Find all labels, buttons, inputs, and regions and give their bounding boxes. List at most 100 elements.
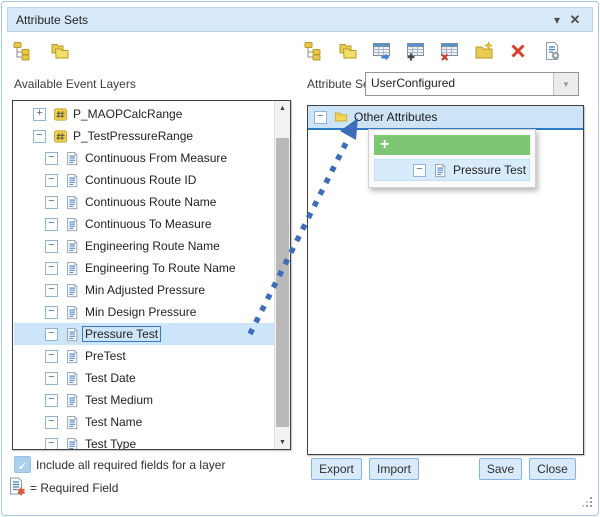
layer-tree-icon[interactable] <box>12 41 33 62</box>
titlebar: Attribute Sets <box>7 7 593 32</box>
tree-item[interactable]: −Test Medium <box>14 389 275 411</box>
import-button[interactable]: Import <box>369 458 419 480</box>
collapse-toggle[interactable]: − <box>45 416 58 429</box>
collapse-toggle[interactable]: − <box>45 284 58 297</box>
save-button[interactable]: Save <box>479 458 522 480</box>
collapse-toggle: − <box>413 164 426 177</box>
close-icon[interactable] <box>566 11 584 29</box>
report-settings-icon[interactable] <box>541 41 562 62</box>
toolbar-left <box>12 38 70 64</box>
collapse-toggle[interactable]: − <box>45 394 58 407</box>
field-icon <box>64 304 80 320</box>
toolbar-right <box>303 38 562 64</box>
tree-item[interactable]: − Test Type <box>14 433 275 449</box>
caret-down-icon[interactable] <box>548 11 566 29</box>
field-icon <box>432 162 448 178</box>
scroll-up-icon[interactable] <box>275 101 290 115</box>
collapse-toggle[interactable]: − <box>45 240 58 253</box>
field-icon <box>64 282 80 298</box>
field-icon <box>64 238 80 254</box>
chevron-down-icon[interactable] <box>553 73 578 95</box>
field-icon <box>64 348 80 364</box>
field-icon <box>64 194 80 210</box>
tree-item[interactable]: − Continuous To Measure <box>14 213 275 235</box>
drag-preview: + − Pressure Test <box>368 129 536 188</box>
tree-item[interactable]: − Test Date <box>14 367 275 389</box>
attribute-set-value: UserConfigured <box>366 73 553 95</box>
scroll-down-icon[interactable] <box>275 435 290 449</box>
tree-item-label: PreTest <box>85 349 126 363</box>
delete-icon[interactable] <box>507 41 528 62</box>
collapse-toggle[interactable]: − <box>45 218 58 231</box>
field-icon <box>64 260 80 276</box>
table-load-icon[interactable] <box>371 41 392 62</box>
folder-icon <box>333 109 349 125</box>
other-attributes-header[interactable]: − Other Attributes <box>308 106 583 130</box>
required-field-icon: ✱ <box>8 477 25 496</box>
tree-item-label: Continuous Route ID <box>85 173 196 187</box>
tree-item[interactable]: − Continuous Route ID <box>14 169 275 191</box>
close-button[interactable]: Close <box>529 458 576 480</box>
collapse-toggle[interactable]: − <box>45 306 58 319</box>
tree-item[interactable]: − PreTest <box>14 345 275 367</box>
new-folder-icon[interactable] <box>473 41 494 62</box>
available-layers-panel: + P_MAOPCalcRange − P_TestPressureRange − Con… <box>12 100 291 450</box>
field-icon <box>64 392 80 408</box>
table-add-icon[interactable] <box>405 41 426 62</box>
tree-item[interactable]: − Test Name <box>14 411 275 433</box>
collapse-toggle[interactable]: − <box>45 174 58 187</box>
tree-item-label: Test Type <box>85 437 136 449</box>
collapse-toggle[interactable]: − <box>45 262 58 275</box>
tree-item-label: Test Date <box>85 371 136 385</box>
field-icon <box>64 414 80 430</box>
tree-item-label: Continuous From Measure <box>85 151 227 165</box>
tree-item[interactable]: − P_TestPressureRange <box>14 125 275 147</box>
collapse-toggle[interactable]: − <box>45 350 58 363</box>
tree-item[interactable]: −Engineering To Route Name <box>14 257 275 279</box>
tree-item-label: P_MAOPCalcRange <box>73 107 182 121</box>
open-folder-icon[interactable] <box>49 41 70 62</box>
resize-grip-icon[interactable] <box>582 497 593 508</box>
attribute-sets-dialog: Attribute Sets Available Event Layers At… <box>0 0 600 517</box>
field-icon <box>64 216 80 232</box>
tree-item[interactable]: − Min Adjusted Pressure <box>14 279 275 301</box>
tree-item-label: P_TestPressureRange <box>73 129 193 143</box>
collapse-toggle[interactable]: − <box>45 438 58 450</box>
tree-item[interactable]: + P_MAOPCalcRange <box>14 103 275 125</box>
field-icon <box>64 370 80 386</box>
scrollbar-thumb[interactable] <box>276 138 289 427</box>
layer-tree-icon[interactable] <box>303 41 324 62</box>
available-event-layers-label: Available Event Layers <box>14 77 136 91</box>
tree-item-label: Continuous Route Name <box>85 195 216 209</box>
drag-item-label: Pressure Test <box>453 163 526 177</box>
tree-item[interactable]: −Min Design Pressure <box>14 301 275 323</box>
collapse-toggle[interactable]: − <box>45 152 58 165</box>
expand-toggle[interactable]: + <box>33 108 46 121</box>
vertical-scrollbar[interactable] <box>274 101 290 449</box>
field-icon <box>64 436 80 449</box>
field-icon <box>64 172 80 188</box>
tree-item-label: Continuous To Measure <box>85 217 212 231</box>
field-icon <box>64 326 80 342</box>
tree: + P_MAOPCalcRange − P_TestPressureRange − Con… <box>13 101 275 449</box>
table-delete-icon[interactable] <box>439 41 460 62</box>
export-button[interactable]: Export <box>311 458 362 480</box>
collapse-toggle[interactable]: − <box>45 196 58 209</box>
open-folder-icon[interactable] <box>337 41 358 62</box>
other-attributes-label: Other Attributes <box>354 110 437 124</box>
drag-preview-item: − Pressure Test <box>374 159 530 181</box>
tree-item-label: Test Name <box>85 415 142 429</box>
collapse-toggle[interactable]: − <box>45 328 58 341</box>
drop-target-bar: + <box>374 135 530 155</box>
tree-item[interactable]: − Continuous Route Name <box>14 191 275 213</box>
collapse-toggle[interactable]: − <box>314 111 327 124</box>
collapse-toggle[interactable]: − <box>33 130 46 143</box>
tree-item[interactable]: −Engineering Route Name <box>14 235 275 257</box>
tree-item[interactable]: −Pressure Test <box>14 323 275 345</box>
tree-item-label: Min Adjusted Pressure <box>85 283 205 297</box>
include-required-checkbox[interactable] <box>14 456 31 473</box>
tree-item[interactable]: − Continuous From Measure <box>14 147 275 169</box>
attribute-set-dropdown[interactable]: UserConfigured <box>365 72 579 96</box>
collapse-toggle[interactable]: − <box>45 372 58 385</box>
event-layer-icon <box>52 106 68 122</box>
